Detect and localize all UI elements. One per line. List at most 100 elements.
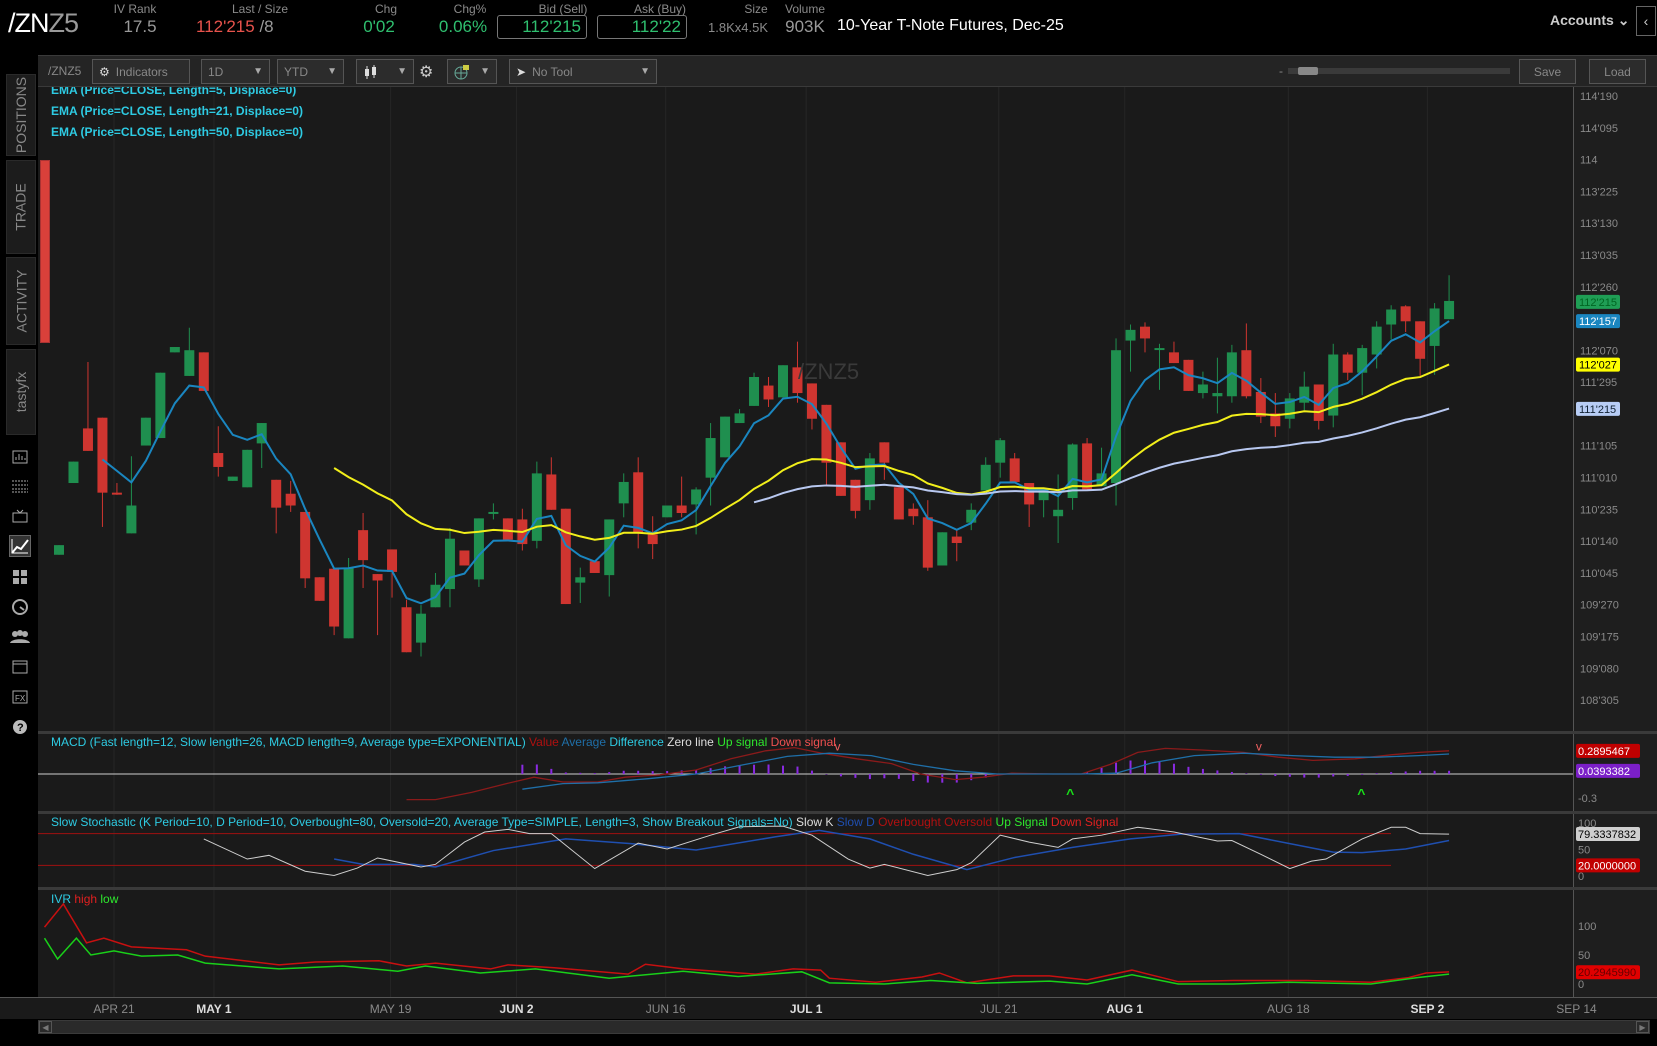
candle [517,509,527,551]
calendar-icon[interactable] [9,655,31,677]
tab-activity[interactable]: ACTIVITY [6,257,36,345]
chart-settings-gear-icon[interactable]: ⚙ [419,62,433,82]
candle-body [1299,387,1309,403]
candle [894,487,904,519]
candle [677,477,687,518]
tool-dropdown[interactable]: ➤No Tool▼ [509,59,657,84]
tab-trade[interactable]: TRADE [6,160,36,254]
candle-body [720,417,730,458]
date-tick-label: MAY 1 [196,1002,231,1016]
candle-body [358,530,368,560]
tv-icon[interactable] [9,505,31,527]
horizontal-scrollbar[interactable] [38,1020,1650,1034]
candle [1299,372,1309,411]
axis-label: 0 [1578,979,1584,991]
ema5-label[interactable]: EMA (Price=CLOSE, Length=5, Displace=0) [51,87,296,97]
date-tick-label: AUG 1 [1106,1002,1143,1016]
stochastic-label[interactable]: Slow Stochastic (K Period=10, D Period=1… [51,815,793,829]
ema21-label[interactable]: EMA (Price=CLOSE, Length=21, Displace=0) [51,104,303,118]
accounts-dropdown[interactable]: Accounts ⌄ [1550,12,1629,29]
candle [155,373,165,438]
symbol-watermark: /ZNZ5 [798,359,859,385]
macd-panel[interactable]: vv^^ MACD (Fast length=12, Slow length=2… [38,734,1573,811]
ivr-panel[interactable]: IVR high low [38,890,1573,997]
candle [1010,453,1020,482]
axis-label: 0.0393382 [1576,764,1640,778]
candle [749,373,759,406]
price-tick-label: 114 [1580,155,1598,167]
indicators-button[interactable]: ⚙Indicators [92,59,190,84]
ivr-chart [38,890,1573,997]
candle [1285,393,1295,428]
chart-type-dropdown[interactable]: ▼ [356,59,414,84]
price-marker-label: 112'157 [1579,316,1617,328]
chart-symbol[interactable]: /ZNZ5 [48,64,81,78]
candle [561,509,571,604]
candle-body [966,510,976,523]
legend-overbought: Overbought [878,815,941,829]
candle [590,561,600,573]
candle-body [503,518,513,539]
date-tick-label: APR 21 [93,1002,134,1016]
candle [199,352,209,391]
candle [315,577,325,601]
candle [170,347,180,352]
candle-body [691,489,701,504]
last-size: /8 [259,17,273,36]
candle-body [836,442,846,496]
candle [228,477,238,481]
time-axis[interactable]: APR 21MAY 1MAY 19JUN 2JUN 16JUL 1JUL 21A… [0,997,1657,1019]
collapse-panel-button[interactable]: ‹ [1636,6,1656,36]
ask-buy-button[interactable]: 112'22 [597,15,687,39]
bid-sell-button[interactable]: 112'215 [497,15,587,39]
clock-icon[interactable] [9,596,31,618]
candle [1198,372,1208,399]
price-tick-label: 108'305 [1580,695,1619,707]
tab-positions[interactable]: POSITIONS [6,74,36,156]
candle-body [416,614,426,643]
load-button[interactable]: Load [1589,59,1646,84]
zoom-slider-thumb[interactable] [1298,67,1318,75]
price-tick-label: 113'225 [1580,186,1618,198]
candle [952,530,962,561]
candle [1169,342,1179,363]
candle [416,605,426,656]
ivr-label[interactable]: IVR [51,892,71,906]
axis-label-text: 20.2945990 [1578,967,1636,979]
candle-body [1343,355,1353,373]
ema50-label[interactable]: EMA (Price=CLOSE, Length=50, Displace=0) [51,125,303,139]
symbol-title[interactable]: /ZNZ5 [8,8,78,39]
macd-label[interactable]: MACD (Fast length=12, Slow length=26, MA… [51,735,526,749]
grid-icon[interactable] [9,566,31,588]
range-dropdown[interactable]: YTD▼ [277,59,344,84]
symbol-root: /ZN [8,8,49,38]
zoom-out-button[interactable]: - [1279,64,1283,78]
analysis-icon[interactable] [9,446,31,468]
candle [1328,344,1338,428]
zoom-slider[interactable] [1288,68,1510,74]
candle-body [619,482,629,503]
iv-rank-label: IV Rank [110,2,160,16]
candle [445,528,455,607]
stochastic-panel[interactable]: Slow Stochastic (K Period=10, D Period=1… [38,814,1573,887]
candle [821,405,831,485]
candle-body [271,480,281,508]
watchlist-icon[interactable] [9,475,31,497]
timeframe-dropdown[interactable]: 1D▼ [201,59,270,84]
price-axis-scale: 114'190114'095114113'225113'130113'03511… [1574,87,1657,731]
scroll-left-arrow-icon[interactable]: ◀ [39,1021,52,1033]
fx-icon[interactable]: FX [9,686,31,708]
charts-icon[interactable] [9,535,31,557]
help-icon[interactable]: ? [9,716,31,738]
price-axis[interactable]: 114'190114'095114113'225113'130113'03511… [1573,87,1657,731]
tab-tastyfx[interactable]: tastyfx [6,349,36,435]
drawing-tools-dropdown[interactable]: ▼ [447,59,497,84]
up-signal-arrow-icon: ^ [1357,786,1365,802]
date-tick-label: JUL 21 [980,1002,1018,1016]
scroll-right-arrow-icon[interactable]: ▶ [1636,1021,1649,1033]
candle [532,462,542,549]
save-button[interactable]: Save [1519,59,1576,84]
candle-body [1010,458,1020,482]
price-chart-panel[interactable]: /ZNZ5 EMA (Price=CLOSE, Length=5, Displa… [38,87,1573,731]
community-icon[interactable] [9,625,31,647]
